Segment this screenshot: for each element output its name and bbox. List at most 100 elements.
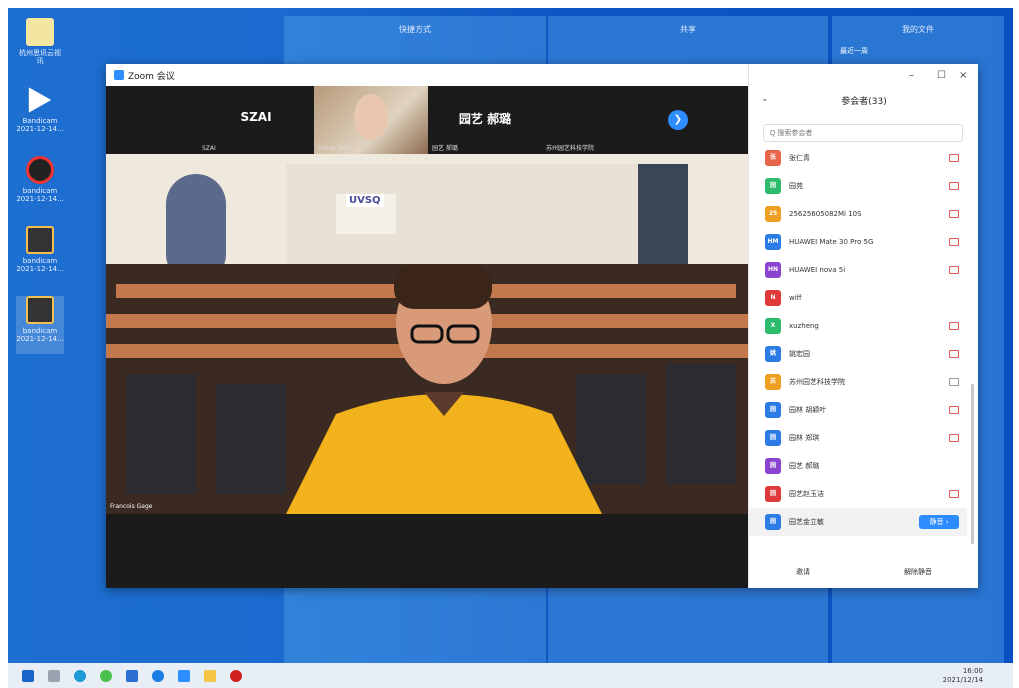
participant-row[interactable]: 25 25625605082Mi 10S <box>749 200 967 228</box>
participant-row[interactable]: 园 园林 胡颖叶 <box>749 396 967 424</box>
desktop-icon-label: bandicam 2021-12-14... <box>16 257 64 273</box>
video-off-icon[interactable] <box>949 406 959 414</box>
avatar: 姚 <box>765 346 781 362</box>
participant-strip: SZAI SZAI Yuhan DOU 园艺 郝璐 园艺 郝璐 苏州园艺科技学院… <box>106 86 748 154</box>
video-off-icon[interactable] <box>949 350 959 358</box>
record-icon <box>26 156 54 184</box>
participant-row-hover[interactable]: 园 园艺金立敏 静音 › <box>749 508 967 536</box>
video-off-icon[interactable] <box>949 182 959 190</box>
video-file-icon <box>26 296 54 324</box>
lecture-hall-scene <box>106 154 748 514</box>
participant-name: 园苑 <box>789 182 803 190</box>
participant-name: 园艺 郝璐 <box>789 462 820 470</box>
participant-name: 园林 胡颖叶 <box>789 406 827 414</box>
participant-name: 姚宏园 <box>789 350 810 358</box>
avatar: 园 <box>765 486 781 502</box>
record-taskbar-icon[interactable] <box>230 669 242 682</box>
tile-label: 共享 <box>680 25 696 34</box>
participant-row[interactable]: N wiff <box>749 284 967 312</box>
desktop-icon-bandicam-record[interactable]: bandicam 2021-12-14... <box>16 156 64 214</box>
speaker-name: Francois Gage <box>110 503 153 510</box>
window-titlebar: Zoom 会议 <box>106 64 748 86</box>
participant-name: 苏州园艺科技学院 <box>789 378 845 386</box>
search-participants-input[interactable] <box>763 124 963 142</box>
thumb-sub: SZAI <box>202 145 216 152</box>
play-icon <box>28 87 52 113</box>
thumb-sub: 苏州园艺科技学院 <box>546 145 595 152</box>
desktop-icon-label: Bandicam 2021-12-14... <box>16 117 64 133</box>
file-explorer-icon[interactable] <box>204 669 216 682</box>
video-file-icon <box>26 226 54 254</box>
thumb-name: 园艺 郝璐 <box>458 112 512 126</box>
avatar: 园 <box>765 178 781 194</box>
avatar: 园 <box>765 402 781 418</box>
participant-name: HUAWEI nova 5i <box>789 266 846 274</box>
desktop-icon-label: 杭州思讯云视讯 <box>19 49 61 65</box>
avatar: 苏 <box>765 374 781 390</box>
participant-thumb[interactable]: SZAI SZAI <box>198 86 314 154</box>
participant-row[interactable]: HM HUAWEI Mate 30 Pro 5G <box>749 228 967 256</box>
invite-button[interactable]: 邀请 <box>796 567 810 577</box>
scrollbar[interactable] <box>971 384 974 544</box>
window-title: Zoom 会议 <box>128 71 175 82</box>
participant-name: xuzheng <box>789 322 819 330</box>
participant-row[interactable]: 园 园苑 <box>749 172 967 200</box>
zoom-window: Zoom 会议 SZAI SZAI Yuhan DOU 园艺 郝璐 园艺 郝璐 … <box>106 64 978 588</box>
participant-row[interactable]: 苏 苏州园艺科技学院 <box>749 368 967 396</box>
participant-thumb[interactable]: 园艺 郝璐 园艺 郝璐 <box>428 86 542 154</box>
video-off-icon[interactable] <box>949 490 959 498</box>
mute-button[interactable]: 静音 › <box>919 515 959 529</box>
zoom-taskbar-icon[interactable] <box>178 669 190 682</box>
next-page-button[interactable]: ❯ <box>668 110 688 130</box>
video-off-icon[interactable] <box>949 154 959 162</box>
tile-sublabel: 最近一周 <box>840 47 868 55</box>
photos-icon[interactable] <box>126 669 138 682</box>
clock-date: 2021/12/14 <box>942 675 983 684</box>
maximize-button[interactable]: ☐ <box>937 70 946 81</box>
active-speaker-video: UVSQ Francois Gage <box>106 154 748 514</box>
participant-name: HUAWEI Mate 30 Pro 5G <box>789 238 874 246</box>
participant-row[interactable]: HN HUAWEI nova 5i <box>749 256 967 284</box>
avatar: HM <box>765 234 781 250</box>
desktop-icon-video-2[interactable]: bandicam 2021-12-14... <box>16 296 64 354</box>
participant-row[interactable]: 园 园艺 郝璐 <box>749 452 967 480</box>
avatar: 园 <box>765 458 781 474</box>
close-button[interactable]: × <box>959 70 967 81</box>
participant-row[interactable]: 园 园艺赵玉洁 <box>749 480 967 508</box>
avatar: N <box>765 290 781 306</box>
participant-name: 张仁青 <box>789 154 810 162</box>
avatar: 25 <box>765 206 781 222</box>
participant-row[interactable]: 姚 姚宏园 <box>749 340 967 368</box>
task-view-icon[interactable] <box>48 669 60 682</box>
taskbar: 16:00 2021/12/14 <box>8 663 1013 688</box>
participant-name: 园艺赵玉洁 <box>789 490 824 498</box>
app-icon[interactable] <box>152 669 164 682</box>
desktop-icon-label: bandicam 2021-12-14... <box>16 327 64 343</box>
video-icon[interactable] <box>949 378 959 386</box>
unmute-all-button[interactable]: 解除静音 <box>904 567 932 577</box>
tile-label: 我的文件 <box>902 25 934 34</box>
thumb-sub: Yuhan DOU <box>318 145 352 152</box>
participant-thumb[interactable]: 苏州园艺科技学院 <box>542 86 656 154</box>
avatar: 园 <box>765 430 781 446</box>
edge-icon[interactable] <box>74 669 86 682</box>
desktop-icon-bandicam[interactable]: Bandicam 2021-12-14... <box>16 86 64 144</box>
participant-thumb-video[interactable]: Yuhan DOU <box>314 86 428 154</box>
participant-name: 园林 郑琪 <box>789 434 820 442</box>
video-off-icon[interactable] <box>949 238 959 246</box>
video-off-icon[interactable] <box>949 266 959 274</box>
participants-panel: – ☐ × ⌄ 参会者(33) 张 张仁青 园 园苑 25 2562560508… <box>748 64 978 588</box>
clock[interactable]: 16:00 2021/12/14 <box>943 667 983 685</box>
video-off-icon[interactable] <box>949 210 959 218</box>
video-off-icon[interactable] <box>949 434 959 442</box>
minimize-button[interactable]: – <box>909 70 914 81</box>
desktop-icon-video-1[interactable]: bandicam 2021-12-14... <box>16 226 64 284</box>
participant-row[interactable]: 园 园林 郑琪 <box>749 424 967 452</box>
participant-row[interactable]: X xuzheng <box>749 312 967 340</box>
browser-icon[interactable] <box>100 669 112 682</box>
windows-start-icon[interactable] <box>22 669 34 682</box>
thumb-name: SZAI <box>240 110 272 124</box>
participant-row[interactable]: 张 张仁青 <box>749 144 967 172</box>
video-off-icon[interactable] <box>949 322 959 330</box>
desktop-icon-app[interactable]: 杭州思讯云视讯 <box>16 18 64 76</box>
